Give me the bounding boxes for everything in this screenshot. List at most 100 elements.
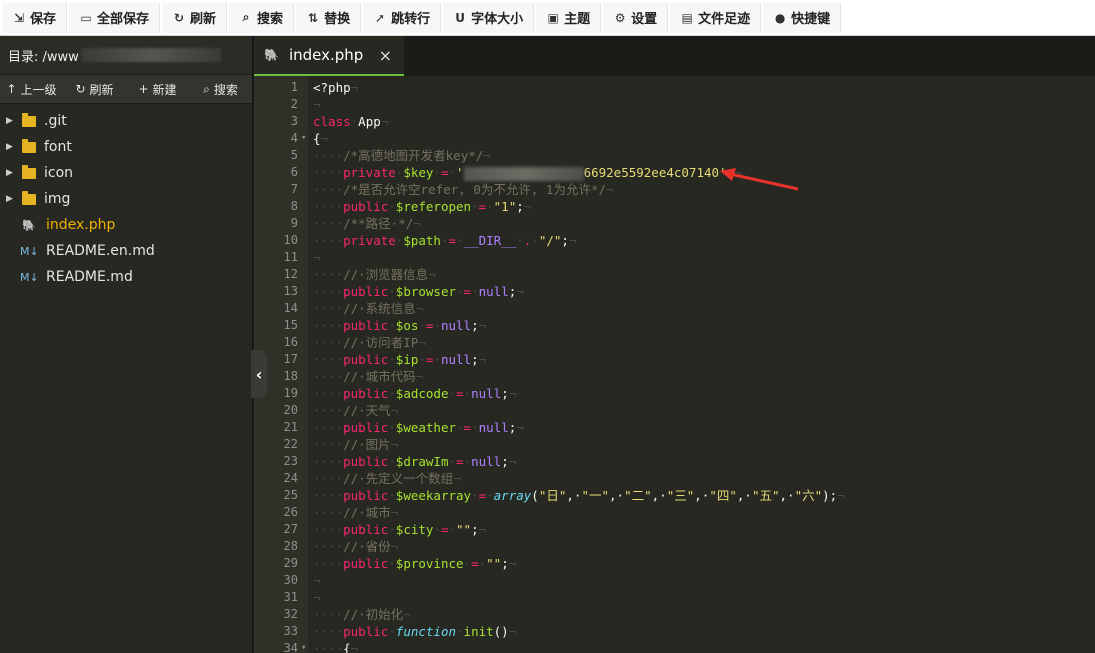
line-number: 12 [283,267,298,281]
tree-item-label: icon [44,165,74,181]
code-token: ; [501,454,509,469]
tree-item[interactable]: ▶ icon [0,160,252,186]
fold-caret-icon[interactable]: ▾ [301,130,306,147]
code-token: · [388,199,396,214]
code-text: ····{¬ [313,640,358,653]
tree-item[interactable]: ▶ img [0,186,252,212]
line-number: 10 [283,233,298,247]
code-token: · [471,284,479,299]
history-button[interactable]: ▤ 文件足迹 [670,2,762,33]
caret-right-icon[interactable]: ▶ [6,116,18,126]
sidebar-action-plus[interactable]: + 新建 [126,81,189,98]
refresh-button[interactable]: ↻ 刷新 [162,2,228,33]
toolbar: ⇲ 保存 ▭ 全部保存 ↻ 刷新 ⌕ 搜索 ⇅ 替换 ➚ 跳转行 U 字体大小 ▣ 主题 ⚙ 设置 ▤ 文件足迹 ● 快捷… [0,0,1095,36]
code-line: 17 ····public·$ip·=·null;¬ [254,351,1095,368]
code-token: "四" [709,488,737,503]
line-number: 24 [283,471,298,485]
save-all-button[interactable]: ▭ 全部保存 [69,2,161,33]
line-number: 11 [283,250,298,264]
replace-button[interactable]: ⇅ 替换 [296,2,362,33]
tree-item[interactable]: M↓ README.md [0,264,252,290]
code-token: · [433,318,441,333]
line-number: 22 [283,437,298,451]
tree-item[interactable]: ▶ .git [0,108,252,134]
code-token: //·图片 [343,437,391,452]
code-token: public [343,318,389,333]
font-size-button[interactable]: U 字体大小 [443,2,535,33]
code-token: null [471,454,502,469]
code-line: 19 ····public·$adcode·=·null;¬ [254,385,1095,402]
code-token: · [531,233,539,248]
code-token: ; [471,318,479,333]
code-token: ( [531,488,539,503]
tree-item[interactable]: ▶ font [0,134,252,160]
code-token: · [463,454,472,469]
line-number: 26 [283,505,298,519]
code-token: · [456,233,464,248]
code-token: ···· [313,352,344,367]
code-editor[interactable]: 1 <?php¬ 2 ¬ 3 class·App¬ 4 ▾ {¬ 5 ····/*高德地图开发者ke… [254,76,1095,653]
line-number: 30 [283,573,298,587]
line-end-marker: ¬ [413,216,421,231]
help-button[interactable]: ● 快捷键 [763,2,842,33]
code-text: ¬ [313,589,321,606]
save-button[interactable]: ⇲ 保存 [2,2,68,33]
line-number: 2 [290,97,298,111]
sidebar-action-refresh[interactable]: ↻ 刷新 [63,81,126,98]
code-token: $city [395,522,434,537]
tree-item[interactable]: 🐘 index.php [0,212,252,238]
line-end-marker: ¬ [516,420,524,435]
fold-caret-icon[interactable]: ▾ [301,640,306,653]
goto-line-button[interactable]: ➚ 跳转行 [363,2,442,33]
code-line: 11 ¬ [254,249,1095,266]
code-token: · [440,233,449,248]
code-token: = [456,454,464,469]
code-token: 6692e5592ee4c07140' [583,165,727,180]
tree-item[interactable]: M↓ README.en.md [0,238,252,264]
gear-button[interactable]: ⚙ 设置 [603,2,669,33]
tab-index-php[interactable]: 🐘 index.php × [254,36,404,76]
code-token: · [388,318,396,333]
close-tab-icon[interactable]: × [379,46,392,65]
toolbar-label: 全部保存 [97,12,150,27]
code-text: ····/*是否允许空refer, 0为不允许, 1为允许*/¬ [313,181,614,198]
code-token: ···· [313,148,344,163]
code-text: ····public·$adcode·=·null;¬ [313,385,516,402]
toolbar-label: 主题 [564,12,591,27]
code-token: //·城市 [343,505,391,520]
sidebar-action-up-arrow[interactable]: ↑ 上一级 [0,81,63,98]
php-file-icon: 🐘 [264,48,279,62]
code-token: null [440,318,472,333]
tree-item-label: .git [44,113,67,129]
search-button[interactable]: ⌕ 搜索 [229,2,295,33]
caret-right-icon[interactable]: ▶ [6,168,18,178]
sidebar-action-label: 搜索 [213,82,238,97]
code-line: 12 ····//·浏览器信息¬ [254,266,1095,283]
code-token: ; [501,386,509,401]
theme-button[interactable]: ▣ 主题 [536,2,602,33]
code-token: null [471,386,502,401]
code-token: ,· [566,488,582,503]
code-token: public [343,556,389,571]
line-end-marker: ¬ [390,437,399,452]
code-token: ); [822,488,838,503]
sidebar-action-search[interactable]: ⌕ 搜索 [189,81,252,98]
code-token: · [486,488,494,503]
code-token: ···· [313,403,344,418]
code-token: · [486,199,494,214]
caret-right-icon[interactable]: ▶ [6,142,18,152]
code-token: "三" [666,488,695,503]
caret-right-icon[interactable]: ▶ [6,194,18,204]
line-number: 20 [283,403,298,417]
code-token: ···· [313,556,344,571]
code-line: 1 <?php¬ [254,79,1095,96]
code-text: ¬ [313,249,321,266]
code-line: 9 ····/**路径·*/¬ [254,215,1095,232]
line-end-marker: ¬ [418,335,426,350]
code-text: ····//·城市代码¬ [313,368,423,385]
collapse-sidebar-button[interactable]: ‹ [251,350,267,398]
sidebar-action-label: 新建 [152,82,177,97]
code-token: public [343,199,389,214]
markdown-file-icon: M↓ [20,270,39,284]
code-token: ,· [694,488,710,503]
